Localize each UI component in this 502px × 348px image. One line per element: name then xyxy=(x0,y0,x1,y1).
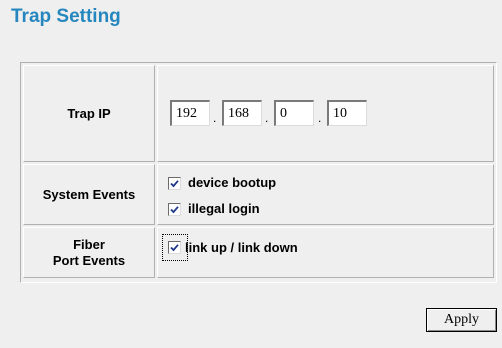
ip-separator-2: . xyxy=(265,111,269,125)
link-updown-checkbox[interactable] xyxy=(168,241,181,254)
link-updown-label: link up / link down xyxy=(185,240,298,255)
trap-ip-value-cell: 192 . 168 . 0 . 10 xyxy=(157,65,494,162)
check-icon xyxy=(170,244,179,252)
system-events-label-cell: System Events xyxy=(23,164,155,225)
trap-ip-octet-2-input[interactable]: 168 xyxy=(222,100,262,126)
page-title: Trap Setting xyxy=(11,6,121,27)
trap-ip-octet-3-input[interactable]: 0 xyxy=(274,100,314,126)
device-bootup-checkbox[interactable] xyxy=(168,177,181,190)
trap-settings-table: Trap IP 192 . 168 . 0 . 10 System Events… xyxy=(20,62,497,283)
system-events-label: System Events xyxy=(42,186,136,202)
trap-ip-label-cell: Trap IP xyxy=(23,65,155,162)
check-icon xyxy=(170,206,179,214)
ip-separator-3: . xyxy=(318,111,322,125)
fiber-port-events-label-line2: Port Events xyxy=(52,252,126,268)
trap-ip-octet-4-input[interactable]: 10 xyxy=(327,100,367,126)
fiber-port-events-label-cell: Fiber Port Events xyxy=(23,227,155,278)
apply-button[interactable]: Apply xyxy=(426,308,497,332)
trap-ip-octet-1-input[interactable]: 192 xyxy=(170,100,210,126)
fiber-port-events-label-line1: Fiber xyxy=(73,236,105,252)
check-icon xyxy=(170,180,179,188)
fiber-port-events-value-cell: link up / link down xyxy=(157,227,494,278)
illegal-login-label: illegal login xyxy=(188,201,260,216)
illegal-login-checkbox[interactable] xyxy=(168,203,181,216)
trap-ip-label: Trap IP xyxy=(67,105,111,121)
system-events-value-cell: device bootup illegal login xyxy=(157,164,494,225)
device-bootup-label: device bootup xyxy=(188,175,277,190)
ip-separator-1: . xyxy=(213,111,217,125)
